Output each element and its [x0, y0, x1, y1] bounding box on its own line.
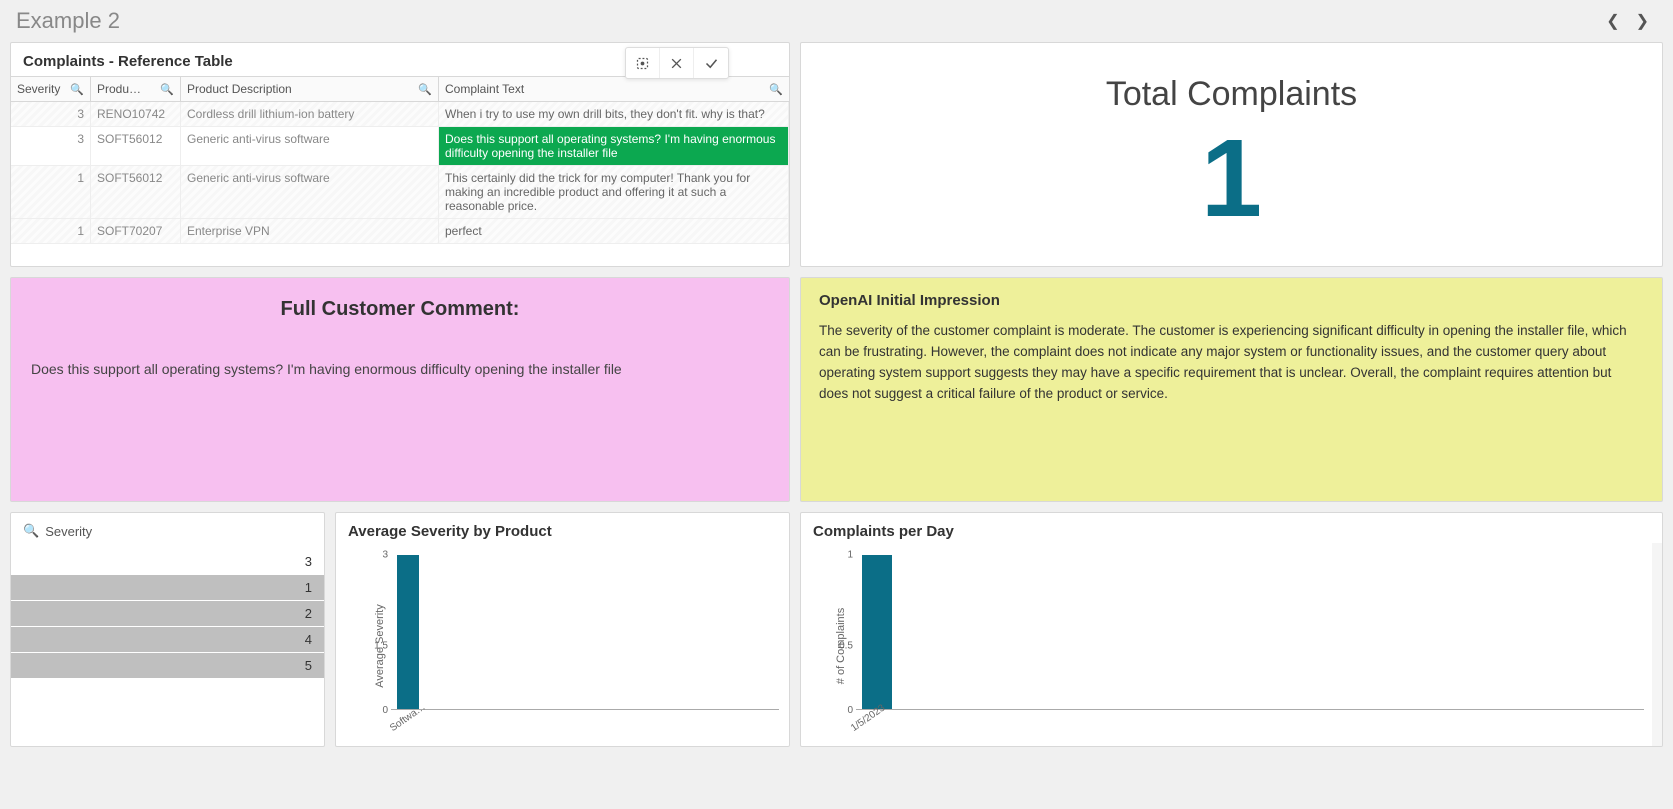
per-day-title: Complaints per Day [801, 513, 1662, 542]
table-row[interactable]: 1SOFT70207Enterprise VPNperfect [11, 219, 789, 244]
prev-arrow[interactable]: ❮ [1606, 11, 1619, 31]
cell-product[interactable]: SOFT70207 [91, 219, 181, 243]
search-icon[interactable]: 🔍 [70, 83, 84, 96]
cell-complaint-text[interactable]: When i try to use my own drill bits, the… [439, 102, 789, 126]
complaints-per-day-panel: Complaints per Day # of Complaints 1 0.5… [800, 512, 1663, 747]
avg-severity-bar[interactable] [397, 555, 419, 709]
col-header-product[interactable]: Produ… 🔍 [91, 77, 181, 101]
cancel-selection-icon[interactable] [660, 48, 694, 78]
col-header-label: Complaint Text [445, 82, 524, 96]
table-row[interactable]: 3SOFT56012Generic anti-virus softwareDoe… [11, 127, 789, 166]
cell-complaint-text[interactable]: perfect [439, 219, 789, 243]
col-header-label: Severity [17, 82, 60, 96]
cell-product[interactable]: SOFT56012 [91, 166, 181, 218]
table-row[interactable]: 1SOFT56012Generic anti-virus softwareThi… [11, 166, 789, 219]
complaints-table-panel: Complaints - Reference Table Severity 🔍 … [10, 42, 790, 267]
cell-complaint-text[interactable]: Does this support all operating systems?… [439, 127, 789, 165]
search-icon[interactable]: 🔍 [160, 83, 174, 96]
search-icon[interactable]: 🔍 [23, 523, 39, 539]
search-icon[interactable]: 🔍 [418, 83, 432, 96]
col-header-severity[interactable]: Severity 🔍 [11, 77, 91, 101]
cell-severity[interactable]: 1 [11, 166, 91, 218]
severity-filter-item[interactable]: 4 [11, 627, 324, 653]
cell-description[interactable]: Generic anti-virus software [181, 166, 439, 218]
impression-text: The severity of the customer complaint i… [819, 321, 1644, 405]
total-complaints-panel: Total Complaints 1 [800, 42, 1663, 267]
total-complaints-title: Total Complaints [1106, 75, 1357, 114]
col-header-complaint-text[interactable]: Complaint Text 🔍 [439, 77, 789, 101]
avg-sev-ytick: 3 [372, 550, 388, 561]
avg-sev-ytick: 1.5 [372, 640, 388, 651]
col-header-label: Product Description [187, 82, 292, 96]
confirm-selection-icon[interactable] [694, 48, 728, 78]
full-comment-text: Does this support all operating systems?… [31, 361, 769, 377]
avg-severity-title: Average Severity by Product [336, 513, 789, 542]
col-header-description[interactable]: Product Description 🔍 [181, 77, 439, 101]
selection-actions [625, 47, 729, 79]
per-day-bar[interactable] [862, 555, 892, 709]
full-comment-panel: Full Customer Comment: Does this support… [10, 277, 790, 502]
cell-description[interactable]: Enterprise VPN [181, 219, 439, 243]
avg-severity-plot[interactable] [391, 555, 779, 710]
table-row[interactable]: 3RENO10742Cordless drill lithium-ion bat… [11, 102, 789, 127]
cell-complaint-text[interactable]: This certainly did the trick for my comp… [439, 166, 789, 218]
full-comment-title: Full Customer Comment: [31, 298, 769, 321]
cell-description[interactable]: Cordless drill lithium-ion battery [181, 102, 439, 126]
cell-severity[interactable]: 1 [11, 219, 91, 243]
cell-severity[interactable]: 3 [11, 102, 91, 126]
next-arrow[interactable]: ❯ [1636, 11, 1649, 31]
lasso-select-icon[interactable] [626, 48, 660, 78]
severity-filter-item[interactable]: 2 [11, 601, 324, 627]
severity-filter-title: Severity [45, 524, 92, 539]
avg-severity-chart-panel: Average Severity by Product Average Seve… [335, 512, 790, 747]
cell-product[interactable]: SOFT56012 [91, 127, 181, 165]
impression-panel: OpenAI Initial Impression The severity o… [800, 277, 1663, 502]
cell-description[interactable]: Generic anti-virus software [181, 127, 439, 165]
severity-filter-item[interactable]: 1 [11, 575, 324, 601]
severity-filter-item[interactable]: 5 [11, 653, 324, 679]
page-title: Example 2 [16, 8, 120, 34]
severity-filter-item[interactable]: 3 [11, 549, 324, 575]
col-header-label: Produ… [97, 82, 141, 96]
per-day-ytick: 0 [837, 705, 853, 716]
per-day-plot[interactable] [856, 555, 1644, 710]
total-complaints-value: 1 [1201, 124, 1262, 234]
severity-filter-panel: 🔍 Severity 31245 [10, 512, 325, 747]
scrollbar[interactable] [1652, 543, 1662, 746]
avg-sev-ytick: 0 [372, 705, 388, 716]
per-day-ytick: 0.5 [837, 640, 853, 651]
complaints-table-body[interactable]: 3RENO10742Cordless drill lithium-ion bat… [11, 102, 789, 262]
cell-severity[interactable]: 3 [11, 127, 91, 165]
cell-product[interactable]: RENO10742 [91, 102, 181, 126]
search-icon[interactable]: 🔍 [769, 83, 783, 96]
per-day-ytick: 1 [837, 550, 853, 561]
impression-title: OpenAI Initial Impression [819, 292, 1644, 309]
